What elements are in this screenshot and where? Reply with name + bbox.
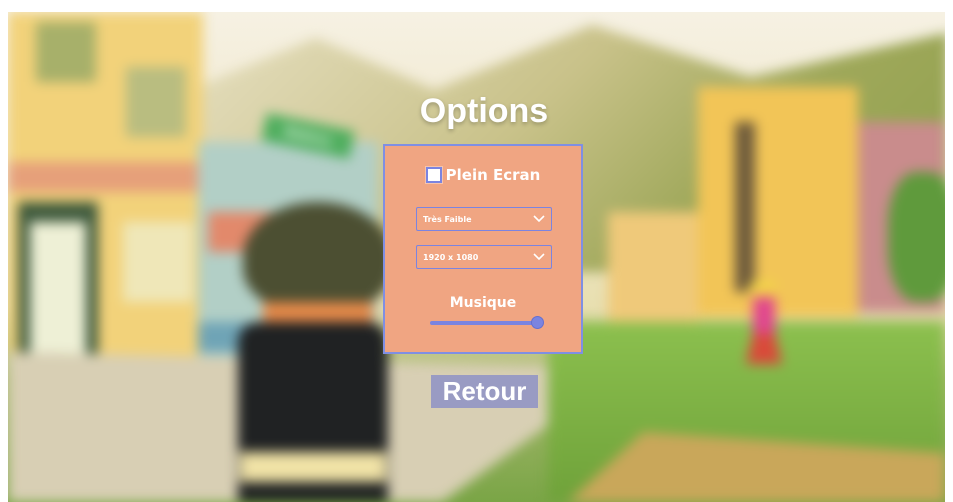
music-volume-slider[interactable]: [430, 316, 544, 330]
right-building-window-column: [735, 122, 755, 292]
quality-dropdown[interactable]: Très Faible: [416, 207, 552, 231]
resolution-dropdown-value: 1920 x 1080: [423, 252, 479, 262]
player-character-belt: [240, 452, 386, 482]
chevron-down-icon: [533, 215, 545, 223]
options-panel: Plein Ecran Très Faible 1920 x 1080 Musi…: [383, 144, 583, 354]
left-building-upper-window: [36, 22, 96, 82]
slider-handle[interactable]: [531, 316, 544, 329]
left-building-window: [126, 67, 186, 137]
fullscreen-label[interactable]: Plein Ecran: [446, 166, 541, 184]
left-building-window-lower: [123, 222, 193, 302]
resolution-dropdown[interactable]: 1920 x 1080: [416, 245, 552, 269]
player-character-hat: [243, 202, 393, 312]
music-label: Musique: [449, 295, 517, 311]
slider-track[interactable]: [430, 321, 538, 325]
distant-building: [608, 212, 698, 322]
back-button[interactable]: Retour: [431, 375, 538, 408]
chevron-down-icon: [533, 253, 545, 261]
npc-character-hat: [748, 280, 778, 296]
fullscreen-checkbox[interactable]: [425, 167, 442, 183]
npc-character-body: [753, 297, 775, 337]
tree: [888, 172, 945, 302]
left-building-door-glass: [30, 222, 86, 362]
quality-dropdown-value: Très Faible: [423, 214, 472, 224]
fullscreen-row[interactable]: Plein Ecran: [385, 166, 581, 184]
options-title: Options: [419, 92, 549, 130]
bakery-sign-text: Bakery: [283, 124, 333, 148]
right-building-yellow: [698, 87, 858, 317]
